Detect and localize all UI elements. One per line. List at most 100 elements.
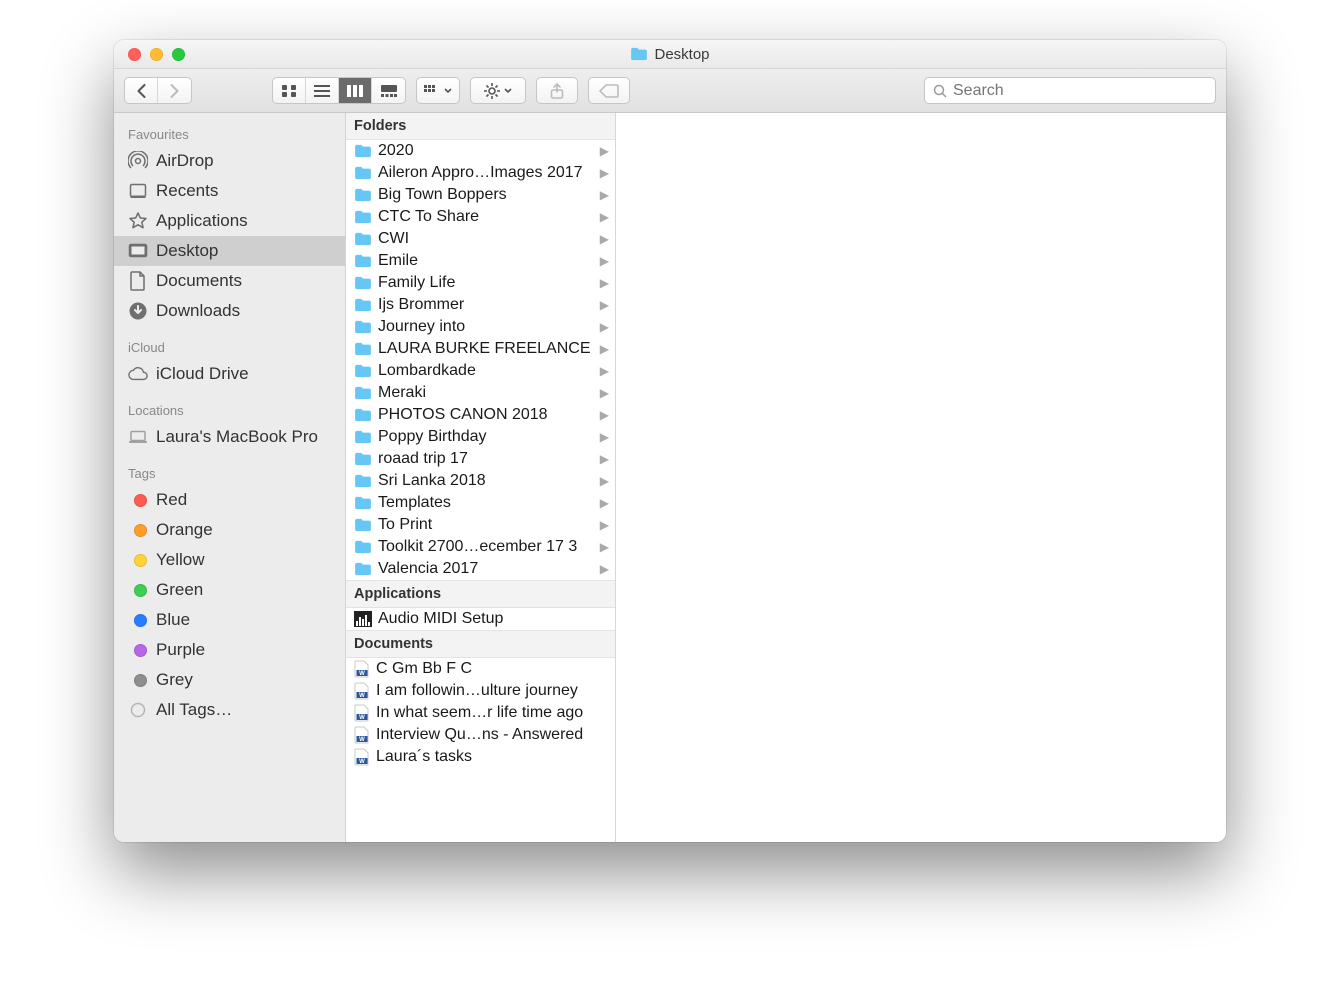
file-row[interactable]: WI am followin…ulture journey <box>346 680 615 702</box>
sidebar-item-documents[interactable]: Documents <box>114 266 345 296</box>
file-label: Interview Qu…ns - Answered <box>376 726 609 744</box>
file-row[interactable]: Family Life▶ <box>346 272 615 294</box>
tag-dot-icon <box>128 550 148 570</box>
file-row[interactable]: Ijs Brommer▶ <box>346 294 615 316</box>
file-row[interactable]: Aileron Appro…Images 2017▶ <box>346 162 615 184</box>
search-input[interactable] <box>953 82 1207 100</box>
sidebar-item-downloads[interactable]: Downloads <box>114 296 345 326</box>
sidebar-item-label: Grey <box>156 670 193 690</box>
file-label: Meraki <box>378 384 593 402</box>
sidebar-item-grey[interactable]: Grey <box>114 665 345 695</box>
forward-button[interactable] <box>158 78 191 103</box>
sidebar-section-header: Tags <box>114 460 345 485</box>
minimize-button[interactable] <box>150 48 163 61</box>
window-title-text: Desktop <box>654 46 709 63</box>
icon-view-button[interactable] <box>273 78 306 103</box>
file-row[interactable]: Sri Lanka 2018▶ <box>346 470 615 492</box>
file-row[interactable]: Toolkit 2700…ecember 17 3▶ <box>346 536 615 558</box>
svg-text:W: W <box>359 737 365 743</box>
sidebar-item-icloud-drive[interactable]: iCloud Drive <box>114 359 345 389</box>
folder-icon <box>354 540 372 554</box>
chevron-right-icon: ▶ <box>599 430 609 444</box>
file-row[interactable]: Audio MIDI Setup <box>346 608 615 630</box>
tag-dot-icon <box>128 520 148 540</box>
file-label: Poppy Birthday <box>378 428 593 446</box>
file-row[interactable]: CWI▶ <box>346 228 615 250</box>
sidebar-item-blue[interactable]: Blue <box>114 605 345 635</box>
file-label: PHOTOS CANON 2018 <box>378 406 593 424</box>
sidebar-item-recents[interactable]: Recents <box>114 176 345 206</box>
file-row[interactable]: Lombardkade▶ <box>346 360 615 382</box>
arrange-button[interactable] <box>416 77 460 104</box>
gallery-view-button[interactable] <box>372 78 405 103</box>
audio-midi-setup-icon <box>354 611 372 627</box>
column-browser: Folders2020▶Aileron Appro…Images 2017▶Bi… <box>346 113 1226 842</box>
file-label: Emile <box>378 252 593 270</box>
sidebar-item-applications[interactable]: Applications <box>114 206 345 236</box>
sidebar-item-purple[interactable]: Purple <box>114 635 345 665</box>
file-label: LAURA BURKE FREELANCE <box>378 340 593 358</box>
chevron-right-icon: ▶ <box>599 474 609 488</box>
file-row[interactable]: CTC To Share▶ <box>346 206 615 228</box>
file-label: I am followin…ulture journey <box>376 682 609 700</box>
sidebar-item-airdrop[interactable]: AirDrop <box>114 146 345 176</box>
file-row[interactable]: Templates▶ <box>346 492 615 514</box>
chevron-right-icon: ▶ <box>599 188 609 202</box>
back-button[interactable] <box>125 78 158 103</box>
column-view-button[interactable] <box>339 78 372 103</box>
search-field[interactable] <box>924 77 1216 104</box>
sidebar-item-red[interactable]: Red <box>114 485 345 515</box>
sidebar-item-label: Blue <box>156 610 190 630</box>
file-row[interactable]: W Interview Qu…ns - Answered <box>346 724 615 746</box>
file-row[interactable]: LAURA BURKE FREELANCE▶ <box>346 338 615 360</box>
chevron-right-icon: ▶ <box>599 540 609 554</box>
tag-dot-icon <box>128 580 148 600</box>
sidebar-item-green[interactable]: Green <box>114 575 345 605</box>
file-row[interactable]: To Print▶ <box>346 514 615 536</box>
folder-icon <box>354 188 372 202</box>
file-row[interactable]: PHOTOS CANON 2018▶ <box>346 404 615 426</box>
sidebar-item-all-tags-[interactable]: All Tags… <box>114 695 345 725</box>
tag-dot-icon <box>128 490 148 510</box>
file-row[interactable]: WLaura´s tasks <box>346 746 615 768</box>
documents-icon <box>128 271 148 291</box>
file-row[interactable]: Emile▶ <box>346 250 615 272</box>
file-row[interactable]: WC Gm Bb F C <box>346 658 615 680</box>
sidebar-item-label: Desktop <box>156 241 218 261</box>
sidebar-item-label: Yellow <box>156 550 205 570</box>
file-row[interactable]: WIn what seem…r life time ago <box>346 702 615 724</box>
sidebar-item-label: AirDrop <box>156 151 214 171</box>
sidebar: FavouritesAirDropRecentsApplicationsDesk… <box>114 113 346 842</box>
file-row[interactable]: Journey into▶ <box>346 316 615 338</box>
file-label: Journey into <box>378 318 593 336</box>
sidebar-item-yellow[interactable]: Yellow <box>114 545 345 575</box>
columns-icon <box>347 85 363 97</box>
folder-icon <box>354 232 372 246</box>
share-button[interactable] <box>536 77 578 104</box>
sidebar-item-desktop[interactable]: Desktop <box>114 236 345 266</box>
gear-icon <box>484 83 500 99</box>
file-row[interactable]: roaad trip 17▶ <box>346 448 615 470</box>
list-view-button[interactable] <box>306 78 339 103</box>
file-row[interactable]: Big Town Boppers▶ <box>346 184 615 206</box>
chevron-right-icon: ▶ <box>599 232 609 246</box>
action-button[interactable] <box>470 77 526 104</box>
word-doc-icon: W <box>354 726 370 744</box>
sidebar-item-laura-s-macbook-pro[interactable]: Laura's MacBook Pro <box>114 422 345 452</box>
folder-icon <box>354 430 372 444</box>
icloud-icon <box>128 364 148 384</box>
file-row[interactable]: 2020▶ <box>346 140 615 162</box>
grid-icon <box>281 84 297 98</box>
tags-button[interactable] <box>588 77 630 104</box>
file-label: Laura´s tasks <box>376 748 609 766</box>
file-row[interactable]: Valencia 2017▶ <box>346 558 615 580</box>
folder-icon <box>354 474 372 488</box>
zoom-button[interactable] <box>172 48 185 61</box>
file-row[interactable]: Poppy Birthday ▶ <box>346 426 615 448</box>
file-row[interactable]: Meraki▶ <box>346 382 615 404</box>
close-button[interactable] <box>128 48 141 61</box>
sidebar-item-orange[interactable]: Orange <box>114 515 345 545</box>
folder-icon <box>354 518 372 532</box>
window-title: Desktop <box>114 46 1226 63</box>
file-label: Family Life <box>378 274 593 292</box>
